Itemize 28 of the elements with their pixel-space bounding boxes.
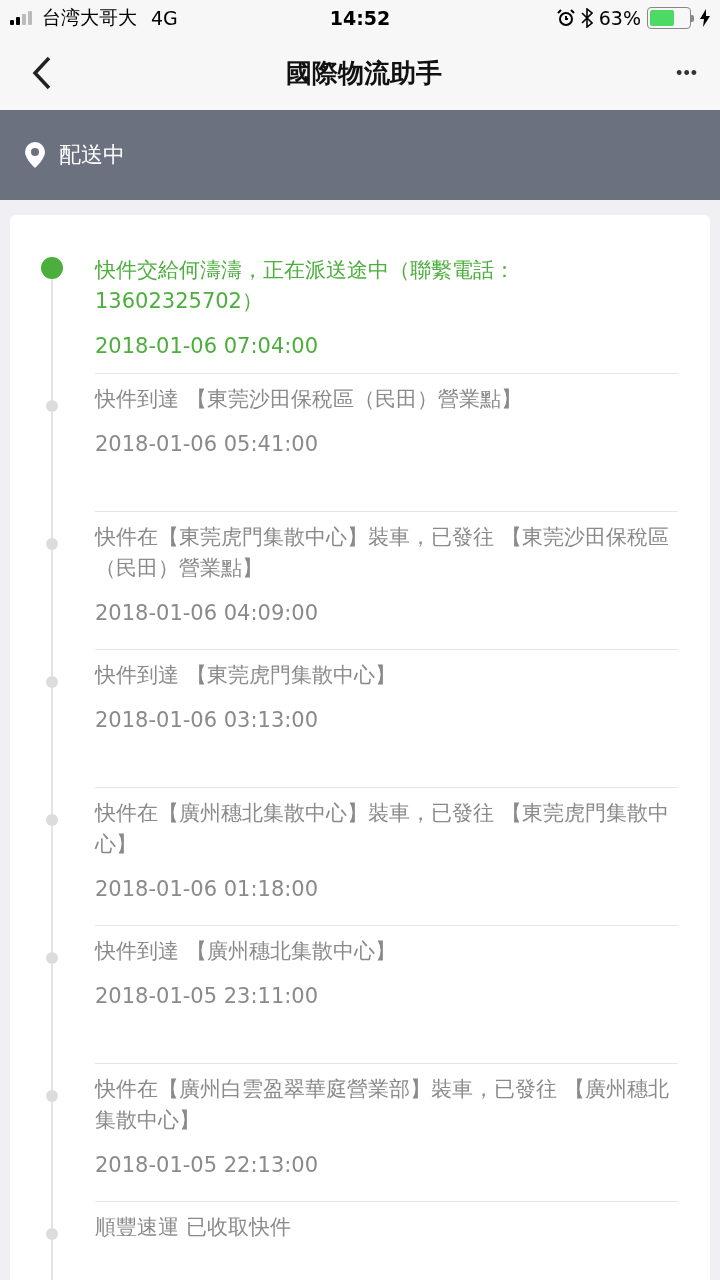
event-text: 快件在【東莞虎門集散中心】裝車，已發往 【東莞沙田保稅區（民田）營業點】 [95, 524, 670, 582]
bluetooth-icon [580, 8, 593, 28]
event-time: 2018-01-06 07:04:00 [95, 333, 320, 360]
event-text: 順豐速運 已收取快件 [95, 1214, 292, 1241]
event-text: 快件在【廣州白雲盈翠華庭營業部】裝車，已發往 【廣州穗北集散中心】 [95, 1076, 670, 1134]
event-text: 快件在【廣州穗北集散中心】裝車，已發往 【東莞虎門集散中心】 [95, 800, 670, 858]
event-time: 2018-01-05 23:11:00 [95, 983, 320, 1010]
alarm-icon [556, 9, 575, 27]
clock-time: 14:52 [329, 7, 391, 29]
page-title: 國際物流助手 [286, 56, 443, 90]
event-time: 2018-01-06 05:41:00 [95, 431, 320, 458]
status-label: 配送中 [59, 141, 125, 169]
event-time: 2018-01-06 03:13:00 [95, 707, 320, 734]
battery-percent: 63% [598, 7, 641, 29]
event-text: 快件到達 【東莞沙田保稅區（民田）營業點】 [95, 386, 523, 413]
event-text: 快件交給何濤濤，正在派送途中（聯繫電話：13602325702） [95, 257, 516, 315]
location-pin-icon [25, 142, 45, 168]
battery-icon [647, 7, 694, 29]
more-button[interactable]: ••• [676, 62, 698, 84]
event-text: 快件到達 【廣州穗北集散中心】 [95, 938, 397, 965]
carrier-name: 台湾大哥大 [42, 5, 137, 30]
event-time: 2018-01-06 01:18:00 [95, 876, 320, 903]
back-button[interactable] [32, 55, 52, 91]
network-type: 4G [151, 7, 178, 29]
event-time: 2018-01-06 04:09:00 [95, 600, 320, 627]
event-text: 快件到達 【東莞虎門集散中心】 [95, 662, 397, 689]
charging-icon [700, 9, 710, 27]
event-time: 2018-01-05 22:13:00 [95, 1152, 320, 1179]
